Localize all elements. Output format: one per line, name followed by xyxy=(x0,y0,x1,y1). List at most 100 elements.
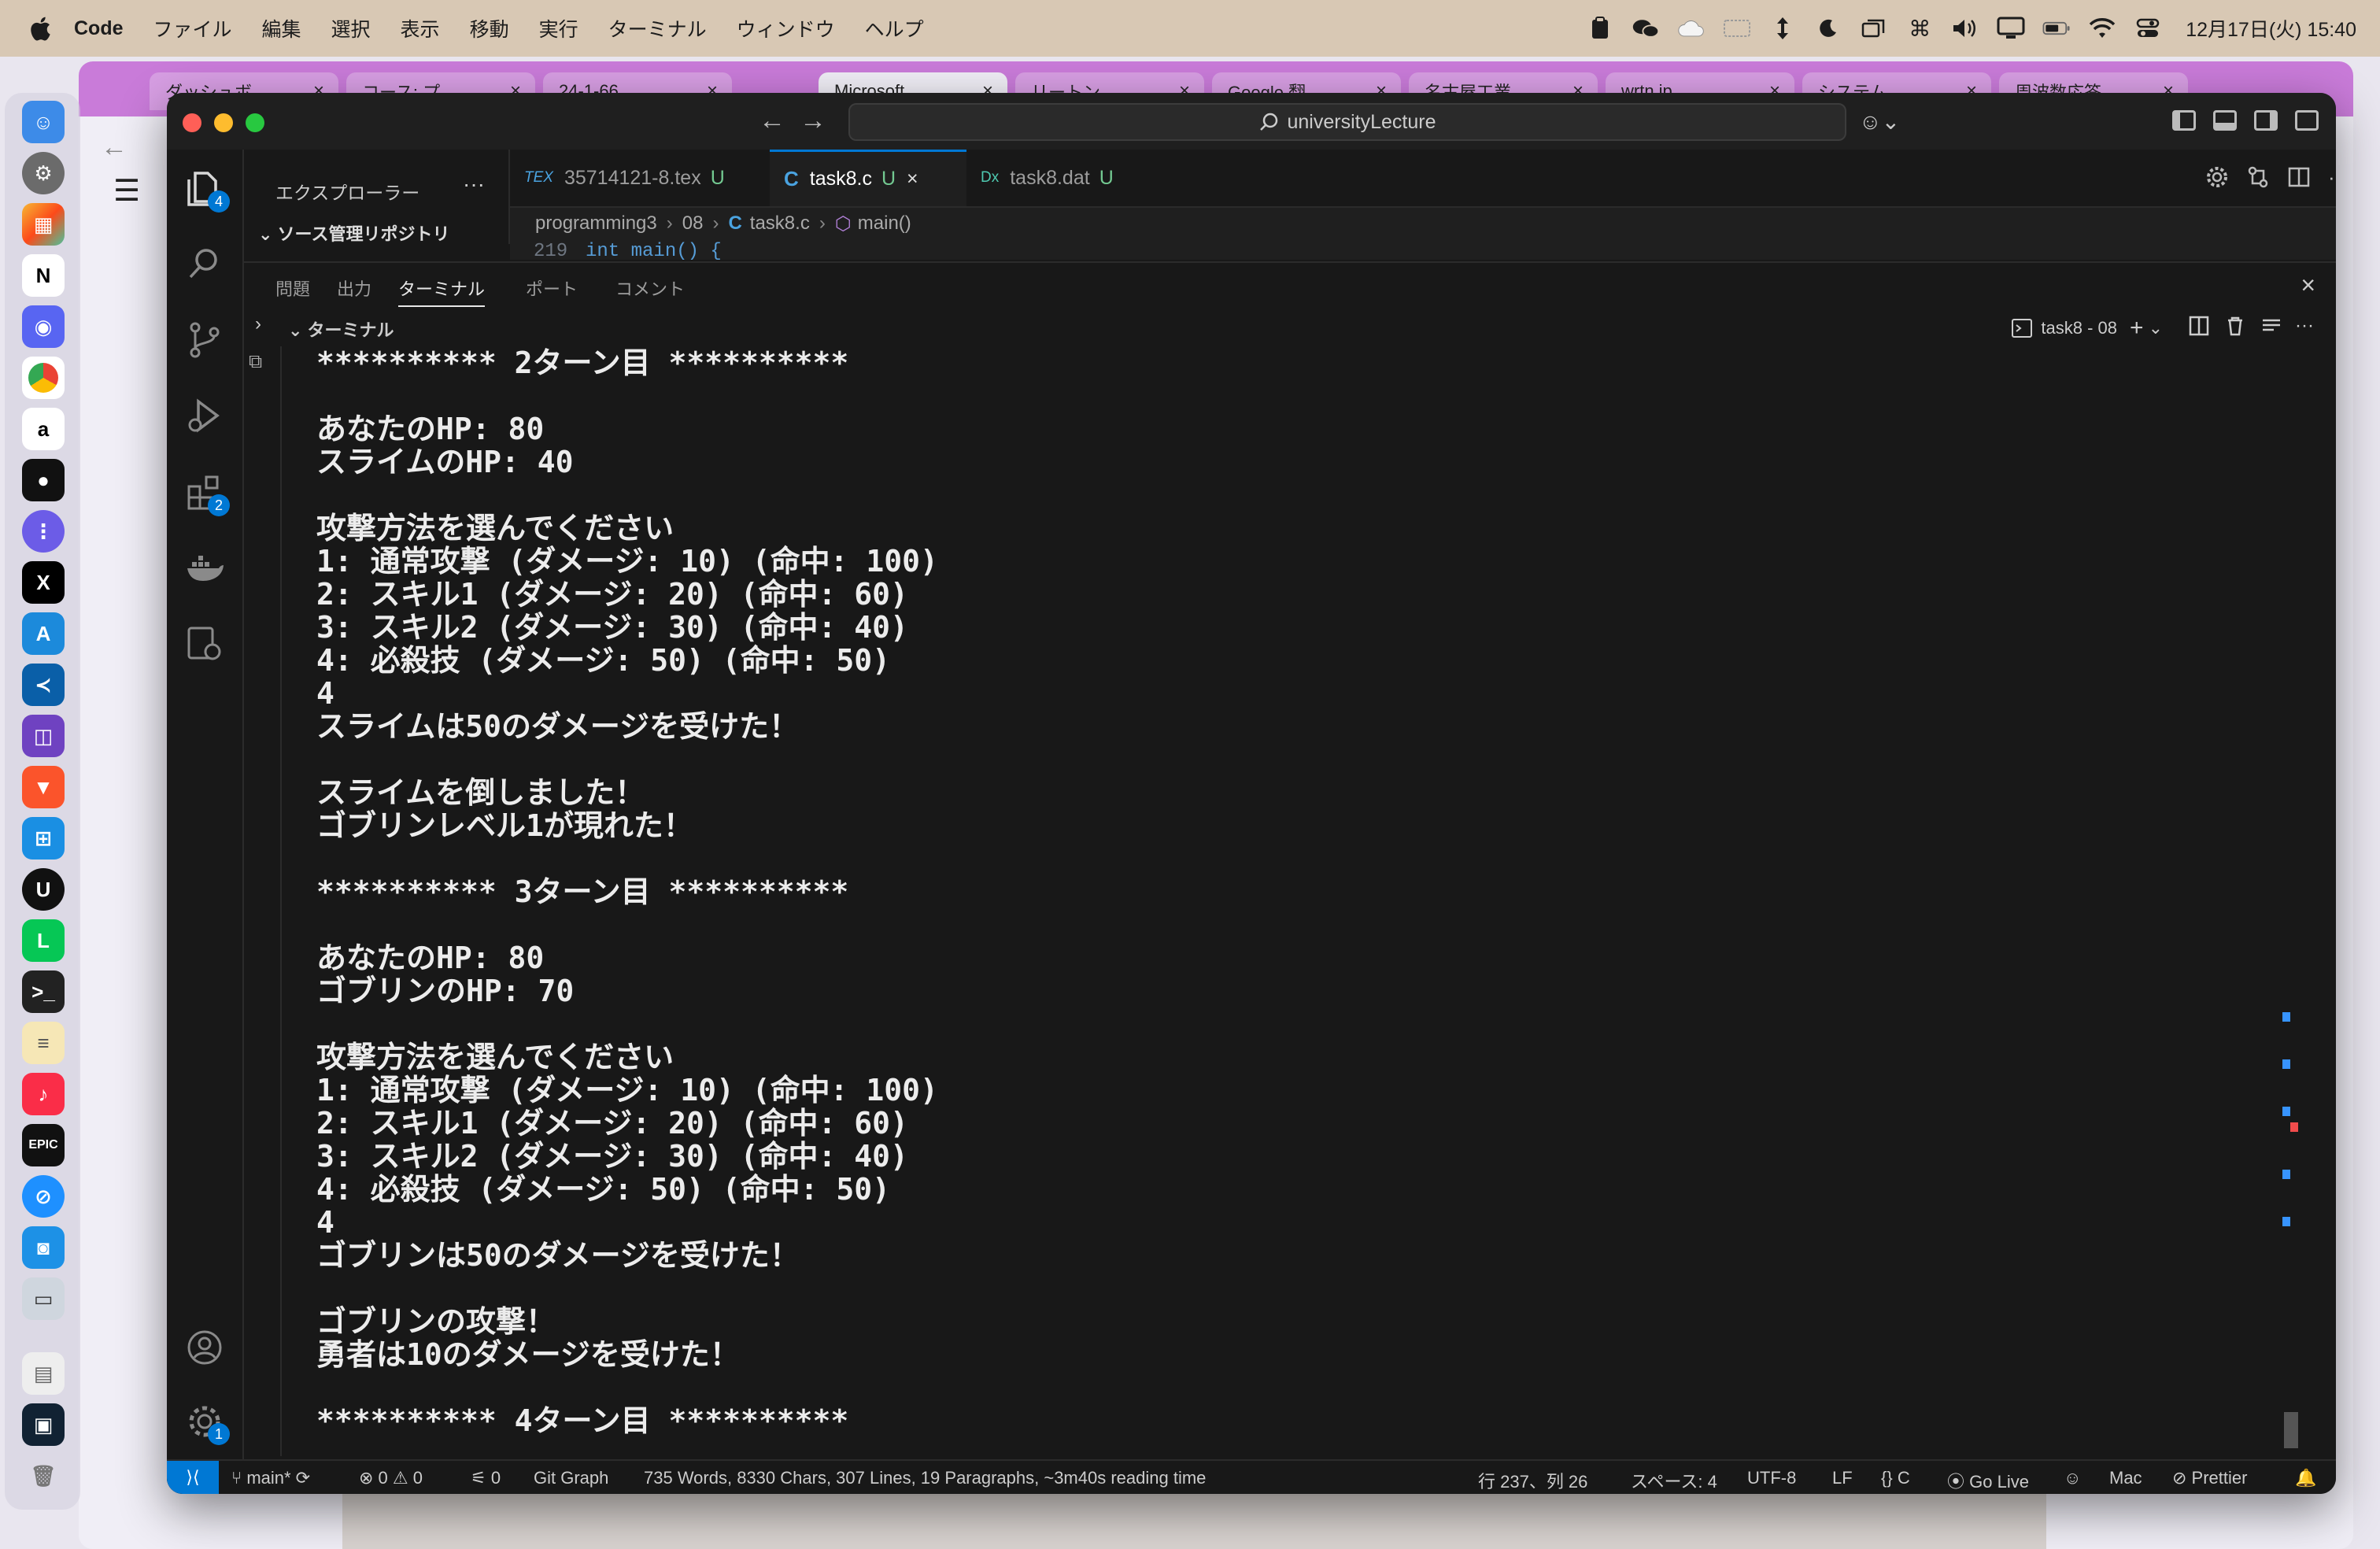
back-arrow-icon[interactable]: ← xyxy=(759,105,785,136)
battery-icon[interactable] xyxy=(2042,17,2071,39)
unreal-engine-icon[interactable]: U xyxy=(22,868,65,911)
problems-status[interactable]: ⊗ 0 ⚠ 0 xyxy=(359,1468,423,1488)
tab-task8-dat[interactable]: Dx task8.dat U xyxy=(966,150,1155,206)
copilot-icon[interactable]: ☺ xyxy=(2064,1468,2081,1488)
amazon-icon[interactable]: a xyxy=(22,408,65,450)
search-icon[interactable] xyxy=(184,244,225,285)
command-icon[interactable]: ⌘ xyxy=(1905,17,1934,41)
more-actions-icon[interactable]: ··· xyxy=(2295,315,2317,337)
docker-icon[interactable] xyxy=(184,548,225,589)
os-status[interactable]: Mac xyxy=(2109,1468,2142,1488)
menu-go[interactable]: 移動 xyxy=(470,14,509,43)
vscode-icon[interactable]: ≺ xyxy=(22,664,65,706)
arrows-icon[interactable] xyxy=(1768,17,1797,39)
menu-run[interactable]: 実行 xyxy=(539,14,578,43)
git-graph-button[interactable]: Git Graph xyxy=(534,1468,608,1488)
menu-file[interactable]: ファイル xyxy=(153,14,232,43)
terminal-icon[interactable]: >_ xyxy=(22,970,65,1013)
bartender-icon[interactable] xyxy=(1723,17,1751,39)
terminal-scrollbar[interactable] xyxy=(2282,346,2298,1456)
menubar-clock[interactable]: 12月17日(火) 15:40 xyxy=(2186,14,2356,43)
menu-edit[interactable]: 編集 xyxy=(262,14,301,43)
source-control-repositories-header[interactable]: ⌄ ソース管理リポジトリ xyxy=(258,220,449,244)
manage-gear-icon[interactable]: 1 xyxy=(184,1401,230,1445)
music-icon[interactable]: ♪ xyxy=(22,1073,65,1115)
menu-selection[interactable]: 選択 xyxy=(331,14,371,43)
windows-app-icon[interactable]: ⊞ xyxy=(22,817,65,860)
discord-icon[interactable]: ◉ xyxy=(22,305,65,348)
screenshot-icon[interactable]: ▣ xyxy=(22,1403,65,1446)
run-and-debug-icon[interactable] xyxy=(184,395,225,436)
clear-list-icon[interactable] xyxy=(2260,315,2282,337)
chevron-down-icon[interactable]: ⌄ xyxy=(2149,318,2163,338)
display-icon[interactable] xyxy=(1997,17,2025,39)
window-minimize-button[interactable] xyxy=(214,113,233,132)
vpn-icon[interactable]: ◫ xyxy=(22,715,65,757)
notion-icon[interactable]: N xyxy=(22,254,65,297)
editor-code-area[interactable]: 219 int main() { xyxy=(510,239,2336,260)
wifi-icon[interactable] xyxy=(2088,17,2116,39)
accounts-icon[interactable] xyxy=(184,1327,225,1368)
cursor-position[interactable]: 行 237、列 26 xyxy=(1478,1468,1587,1493)
safari-icon[interactable]: ⊘ xyxy=(22,1175,65,1218)
tab-terminal[interactable]: ターミナル xyxy=(398,275,486,307)
volume-icon[interactable] xyxy=(1951,17,1979,39)
breadcrumb-item[interactable]: main() xyxy=(858,213,911,235)
prettier-status[interactable]: ⊘ Prettier xyxy=(2172,1468,2247,1488)
cloud-icon[interactable] xyxy=(1677,17,1706,39)
trash-icon[interactable] xyxy=(2224,315,2246,337)
x-icon[interactable]: X xyxy=(22,561,65,604)
language-mode[interactable]: {} C xyxy=(1881,1468,1910,1488)
tab-comments[interactable]: コメント xyxy=(615,275,685,301)
toggle-primary-sidebar-icon[interactable] xyxy=(2172,110,2196,131)
hamburger-menu-icon[interactable]: ☰ xyxy=(113,173,140,209)
trash-icon[interactable]: 🗑 xyxy=(22,1455,65,1497)
docker-icon[interactable]: ◙ xyxy=(22,1226,65,1269)
more-actions-icon[interactable]: ··· xyxy=(2328,165,2336,189)
apple-menu-icon[interactable] xyxy=(28,14,52,43)
app-store-icon[interactable]: A xyxy=(22,612,65,655)
explorer-icon[interactable]: 4 xyxy=(184,168,230,213)
screens-icon[interactable] xyxy=(1860,17,1888,39)
document-icon[interactable]: ▤ xyxy=(22,1352,65,1395)
settings-gear-icon[interactable] xyxy=(2205,165,2229,189)
wechat-icon[interactable] xyxy=(1632,17,1660,39)
brave-icon[interactable]: ▼ xyxy=(22,766,65,808)
disk-utility-icon[interactable]: ▭ xyxy=(22,1277,65,1320)
terminal-section-header[interactable]: ⌄ ターミナル xyxy=(288,316,394,342)
close-icon[interactable]: × xyxy=(907,168,918,190)
compare-changes-icon[interactable] xyxy=(2246,165,2270,189)
tab-task8-c[interactable]: C task8.c U × xyxy=(770,150,966,206)
extensions-icon[interactable]: 2 xyxy=(184,472,230,516)
branch-status[interactable]: ⑂ main* ⟳ xyxy=(231,1468,310,1488)
system-settings-icon[interactable]: ⚙ xyxy=(22,152,65,194)
terminal-instance-selector[interactable]: task8 - 08 + ⌄ xyxy=(2011,315,2163,342)
chrome-icon[interactable] xyxy=(22,357,65,399)
menu-help[interactable]: ヘルプ xyxy=(865,14,924,43)
app-name-menu[interactable]: Code xyxy=(74,17,124,40)
launchpad-icon[interactable]: ▦ xyxy=(22,203,65,246)
source-control-icon[interactable] xyxy=(184,320,225,360)
indentation-status[interactable]: スペース: 4 xyxy=(1631,1468,1717,1493)
tab-ports[interactable]: ポート xyxy=(526,275,578,301)
notifications-bell-icon[interactable]: 🔔 xyxy=(2295,1468,2316,1488)
notes-icon[interactable]: ≡ xyxy=(22,1022,65,1064)
moon-icon[interactable] xyxy=(1814,17,1842,39)
remote-indicator-icon[interactable]: ⟩⟨ xyxy=(167,1461,219,1494)
line-icon[interactable]: L xyxy=(22,919,65,962)
breadcrumb-item[interactable]: programming3 xyxy=(535,213,657,235)
word-count-status[interactable]: 735 Words, 8330 Chars, 307 Lines, 19 Par… xyxy=(644,1468,1206,1488)
finder-icon[interactable]: ☺ xyxy=(22,101,65,143)
breadcrumb-item[interactable]: 08 xyxy=(682,213,704,235)
window-close-button[interactable] xyxy=(183,113,201,132)
tab-problems[interactable]: 問題 xyxy=(275,275,310,301)
messenger-icon[interactable]: ⋮ xyxy=(22,510,65,553)
ports-status[interactable]: ⚟ 0 xyxy=(471,1468,501,1488)
tab-output[interactable]: 出力 xyxy=(337,275,371,301)
copilot-icon[interactable]: ☺⌄ xyxy=(1859,109,1900,135)
github-icon[interactable]: ● xyxy=(22,459,65,501)
breadcrumb-item[interactable]: task8.c xyxy=(750,213,810,235)
clipboard-icon[interactable] xyxy=(1586,17,1614,39)
tab-35714121-8-tex[interactable]: TEX 35714121-8.tex U xyxy=(510,150,770,206)
close-panel-icon[interactable]: × xyxy=(2301,271,2315,300)
